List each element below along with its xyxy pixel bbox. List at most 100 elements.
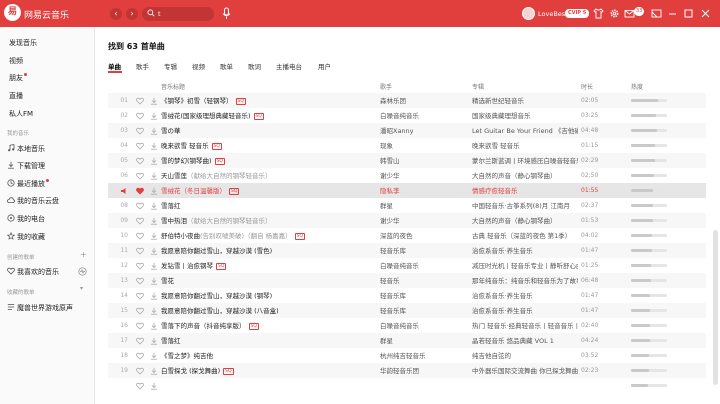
heart-icon[interactable] [136, 322, 144, 330]
track-album[interactable]: 中外器乐国际交流舞曲 你已探戈舞曲 [472, 367, 578, 375]
download-icon[interactable] [150, 247, 158, 255]
table-row[interactable]: 08 雪落红 群星 中国轻音乐·古筝系列(8)月 江南月 02:37 [108, 198, 706, 213]
track-artist[interactable]: 杭州纯吉轻音乐 [380, 352, 466, 360]
heart-icon[interactable] [136, 157, 144, 165]
track-album[interactable]: 大自然的声音（静心钢琴曲） [472, 172, 578, 180]
track-album[interactable]: 情感疗愈轻音乐 [472, 187, 578, 195]
table-row[interactable]: 02 雪绒花(国家级理想典藏轻音乐) SQ 白噪音纯音乐 国家级典藏理想音乐 03:25 [108, 108, 706, 123]
download-icon[interactable] [150, 187, 158, 195]
track-album[interactable]: 纯吉他自弦的 [472, 352, 578, 360]
track-artist[interactable]: 森林乐团 [380, 97, 466, 105]
track-album[interactable]: 中国轻音乐·古筝系列(8)月 江南月 [472, 202, 578, 210]
download-icon[interactable] [150, 307, 158, 315]
heart-icon[interactable] [136, 187, 144, 195]
track-artist[interactable]: 轻音乐库 [380, 307, 466, 315]
sidebar-item-favorites[interactable]: 我的收藏 [6, 231, 45, 242]
tab-users[interactable]: 用户 [318, 61, 331, 71]
track-album[interactable]: Let Guitar Be Your Friend 《吉他磁 [472, 127, 578, 135]
sidebar-item-liked[interactable]: 我喜欢的音乐 [7, 267, 59, 277]
track-title[interactable]: 雪落下的声音（抖音纯享版） SQ [161, 322, 371, 330]
heart-icon[interactable] [136, 202, 144, 210]
heart-icon[interactable] [136, 337, 144, 345]
sidebar-item-recent[interactable]: 最近播放 [7, 179, 49, 189]
column-artist[interactable]: 歌手 [380, 82, 392, 91]
track-artist[interactable]: 轻音乐库 [380, 292, 466, 300]
download-icon[interactable] [150, 262, 158, 270]
track-title[interactable]: 天山雪莲（献给大自然的钢琴轻音乐） [161, 172, 371, 180]
track-artist[interactable]: 白噪音纯音乐 [380, 322, 466, 330]
track-title[interactable]: 雪落红 [161, 202, 371, 210]
heart-icon[interactable] [136, 247, 144, 255]
table-row[interactable]: 05 雪的梦幻(钢琴曲) SQ 韩雪山 蒙尔兰斯蓝调丨环境感压白噪音轻音乐 02:29 [108, 153, 706, 168]
tab-lyrics[interactable]: 歌词 [248, 61, 261, 71]
track-artist[interactable]: 华韵轻音乐团 [380, 367, 466, 375]
track-album[interactable]: 晶若轻音乐 悠品典藏 VOL 1 [472, 337, 578, 345]
track-title[interactable]: 雪绒花(国家级理想典藏轻音乐) SQ [161, 112, 371, 120]
heart-icon[interactable] [136, 352, 144, 360]
sidebar-item-live[interactable]: 直播 [9, 91, 23, 101]
download-icon[interactable] [150, 382, 158, 390]
table-row[interactable]: 03 雪の華 潘昭Xanny Let Guitar Be Your Friend 《吉… [108, 123, 706, 138]
table-row[interactable]: 11 我愿意陪你翻过雪山，穿越沙漠 (雪色) 轻音乐库 治愈系音乐·养生音乐 01:47 [108, 243, 706, 258]
track-artist[interactable]: 群星 [380, 202, 466, 210]
sidebar-item-fm[interactable]: 私人FM [9, 109, 33, 119]
track-album[interactable]: 治愈系音乐·养生音乐 [472, 292, 578, 300]
avatar[interactable] [522, 7, 535, 20]
sidebar-item-wow-soundtrack[interactable]: 魔兽世界游戏原声 [7, 303, 73, 313]
track-title[interactable]: 《钢琴》初雪（轻钢琴） SQ [161, 97, 371, 105]
download-icon[interactable] [150, 352, 158, 360]
tab-playlists[interactable]: 歌单 [220, 61, 233, 71]
mic-icon[interactable] [221, 7, 232, 20]
track-album[interactable]: 精选新世纪轻音乐 [472, 97, 578, 105]
tab-albums[interactable]: 专辑 [164, 61, 177, 71]
collapse-collected-button[interactable]: ▾ [80, 285, 83, 292]
track-album[interactable]: 那年纯音乐：纯音乐和轻音乐为了故事 [472, 277, 578, 285]
track-album[interactable]: 古典 轻音乐（深蓝的夜色 第1季） [472, 232, 578, 240]
close-icon[interactable] [700, 8, 711, 19]
heart-icon[interactable] [136, 232, 144, 240]
table-row[interactable]: 10 舒伯特小夜曲(告别叹嘘美破)（翻自 杨嘉嘉） SQ 深蓝的夜色 古典 轻音乐（深蓝… [108, 228, 706, 243]
track-album[interactable]: 热门 轻音乐·经典轻音乐丨轻音音乐丨 [472, 322, 578, 330]
track-title[interactable]: 雪的梦幻(钢琴曲) SQ [161, 157, 371, 165]
gear-icon[interactable] [609, 8, 620, 19]
download-icon[interactable] [150, 112, 158, 120]
tab-videos[interactable]: 视频 [192, 61, 205, 71]
scrollbar[interactable] [713, 230, 718, 385]
sidebar-item-local[interactable]: 本地音乐 [7, 144, 45, 154]
tab-artists[interactable]: 歌手 [136, 61, 149, 71]
track-album[interactable]: 大自然的声音（静心钢琴曲） [472, 217, 578, 225]
download-icon[interactable] [150, 142, 158, 150]
download-icon[interactable] [150, 277, 158, 285]
track-artist[interactable]: 谢少华 [380, 172, 466, 180]
track-album[interactable]: 减压时光机丨轻音乐专业丨静听舒心曲 [472, 262, 578, 270]
download-icon[interactable] [150, 367, 158, 375]
heart-icon[interactable] [136, 292, 144, 300]
track-title[interactable]: 雪中热泪（献给大自然的钢琴轻音乐） [161, 217, 371, 225]
column-title[interactable]: 音乐标题 [161, 82, 185, 91]
table-row[interactable]: 雪绒花（冬日温馨版） SQ 隐私李 情感疗愈轻音乐 01:55 [108, 183, 706, 198]
track-title[interactable]: 白雪探戈 (探戈舞曲) SQ [161, 367, 371, 375]
track-title[interactable]: 《雪之梦》纯吉他 [161, 352, 371, 360]
track-artist[interactable]: 韩雪山 [380, 157, 466, 165]
heart-icon[interactable] [136, 172, 144, 180]
track-title[interactable]: 雪绒花（冬日温馨版） SQ [161, 187, 371, 195]
heart-icon[interactable] [136, 307, 144, 315]
heart-icon[interactable] [136, 262, 144, 270]
sidebar-item-friends[interactable]: 朋友 [9, 73, 27, 83]
search-box[interactable] [142, 7, 214, 21]
user-menu-caret[interactable]: ▾ [581, 10, 584, 17]
table-row[interactable]: 19 白雪探戈 (探戈舞曲) SQ 华韵轻音乐团 中外器乐国际交流舞曲 你已探戈舞曲 02… [108, 363, 706, 378]
track-title[interactable]: 我愿意陪你翻过雪山，穿越沙漠 (雪色) [161, 247, 371, 255]
heart-icon[interactable] [136, 97, 144, 105]
track-artist[interactable]: 潘昭Xanny [380, 127, 466, 135]
search-input[interactable] [158, 8, 210, 20]
forward-button[interactable]: › [126, 8, 138, 20]
download-icon[interactable] [150, 292, 158, 300]
table-row[interactable]: 15 我愿意陪你翻过雪山，穿越沙漠 (八音盒) 轻音乐库 治愈系音乐·养生音乐 01:4… [108, 303, 706, 318]
table-row[interactable] [108, 378, 706, 393]
track-artist[interactable]: 现象 [380, 142, 466, 150]
track-artist[interactable]: 群星 [380, 337, 466, 345]
track-artist[interactable]: 白噪音纯音乐 [380, 262, 466, 270]
heart-icon[interactable] [136, 382, 144, 390]
download-icon[interactable] [150, 322, 158, 330]
